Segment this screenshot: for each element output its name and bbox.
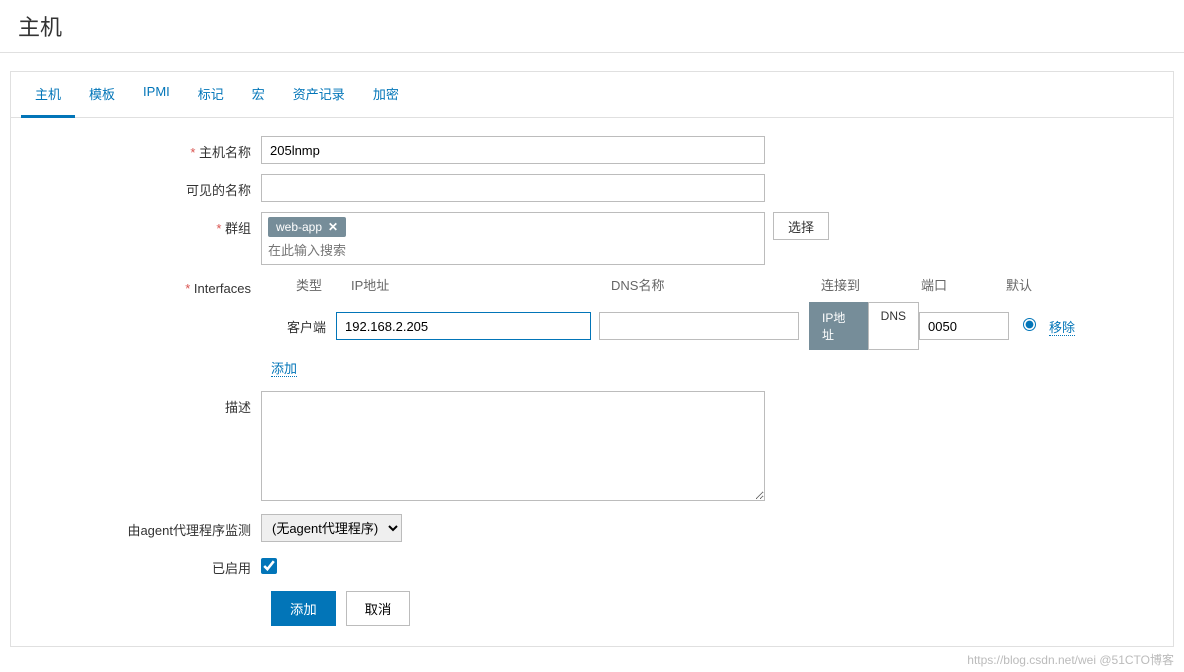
hdr-port: 端口 bbox=[921, 275, 1006, 294]
interface-header-row: 类型 IP地址 DNS名称 连接到 端口 默认 bbox=[261, 275, 1153, 294]
page-header: 主机 bbox=[0, 0, 1184, 53]
action-buttons: 添加 取消 bbox=[31, 591, 1153, 626]
groups-label: 群组 bbox=[31, 212, 261, 237]
page-title: 主机 bbox=[18, 10, 1166, 42]
agent-select[interactable]: (无agent代理程序) bbox=[261, 514, 402, 542]
group-tag-label: web-app bbox=[276, 220, 322, 234]
group-search-input[interactable] bbox=[268, 241, 758, 260]
form: 主机名称 可见的名称 群组 web-app ✕ bbox=[11, 118, 1173, 626]
enabled-checkbox[interactable] bbox=[261, 558, 277, 574]
tab-bar: 主机 模板 IPMI 标记 宏 资产记录 加密 bbox=[11, 72, 1173, 118]
interface-ip-input[interactable] bbox=[336, 312, 591, 340]
tab-inventory[interactable]: 资产记录 bbox=[279, 72, 359, 117]
hdr-connect: 连接到 bbox=[821, 275, 921, 294]
select-group-button[interactable]: 选择 bbox=[773, 212, 829, 240]
agent-label: 由agent代理程序监测 bbox=[31, 514, 261, 539]
interface-default-radio[interactable] bbox=[1023, 318, 1036, 331]
tab-template[interactable]: 模板 bbox=[75, 72, 129, 117]
host-name-label: 主机名称 bbox=[31, 136, 261, 161]
interface-port-input[interactable] bbox=[919, 312, 1009, 340]
tab-tags[interactable]: 标记 bbox=[184, 72, 238, 117]
hdr-default: 默认 bbox=[1006, 275, 1036, 294]
submit-button[interactable]: 添加 bbox=[271, 591, 336, 626]
groups-multiselect[interactable]: web-app ✕ bbox=[261, 212, 765, 265]
connect-ip-button[interactable]: IP地址 bbox=[809, 302, 868, 350]
tab-encryption[interactable]: 加密 bbox=[359, 72, 413, 117]
visible-name-label: 可见的名称 bbox=[31, 174, 261, 199]
tab-host[interactable]: 主机 bbox=[21, 72, 75, 118]
remove-interface-link[interactable]: 移除 bbox=[1049, 320, 1075, 336]
interface-row: 客户端 IP地址 DNS 移除 bbox=[261, 302, 1153, 350]
hdr-ip: IP地址 bbox=[351, 275, 601, 294]
remove-tag-icon[interactable]: ✕ bbox=[328, 220, 338, 234]
visible-name-input[interactable] bbox=[261, 174, 765, 202]
cancel-button[interactable]: 取消 bbox=[346, 591, 411, 626]
tab-ipmi[interactable]: IPMI bbox=[129, 72, 184, 117]
content-panel: 主机 模板 IPMI 标记 宏 资产记录 加密 主机名称 可见的名称 bbox=[10, 71, 1174, 647]
add-interface-link[interactable]: 添加 bbox=[271, 361, 297, 377]
interfaces-label: Interfaces bbox=[31, 275, 261, 296]
interface-dns-input[interactable] bbox=[599, 312, 799, 340]
connect-dns-button[interactable]: DNS bbox=[868, 302, 919, 350]
description-textarea[interactable] bbox=[261, 391, 765, 501]
watermark: https://blog.csdn.net/wei @51CTO博客 bbox=[0, 647, 1184, 672]
connect-to-toggle: IP地址 DNS bbox=[809, 302, 919, 350]
hdr-type: 类型 bbox=[296, 275, 351, 294]
description-label: 描述 bbox=[31, 391, 261, 416]
group-tag: web-app ✕ bbox=[268, 217, 346, 237]
interface-type-label: 客户端 bbox=[261, 317, 336, 336]
enabled-label: 已启用 bbox=[31, 552, 261, 577]
host-name-input[interactable] bbox=[261, 136, 765, 164]
tab-macros[interactable]: 宏 bbox=[238, 72, 279, 117]
hdr-dns: DNS名称 bbox=[611, 275, 811, 294]
